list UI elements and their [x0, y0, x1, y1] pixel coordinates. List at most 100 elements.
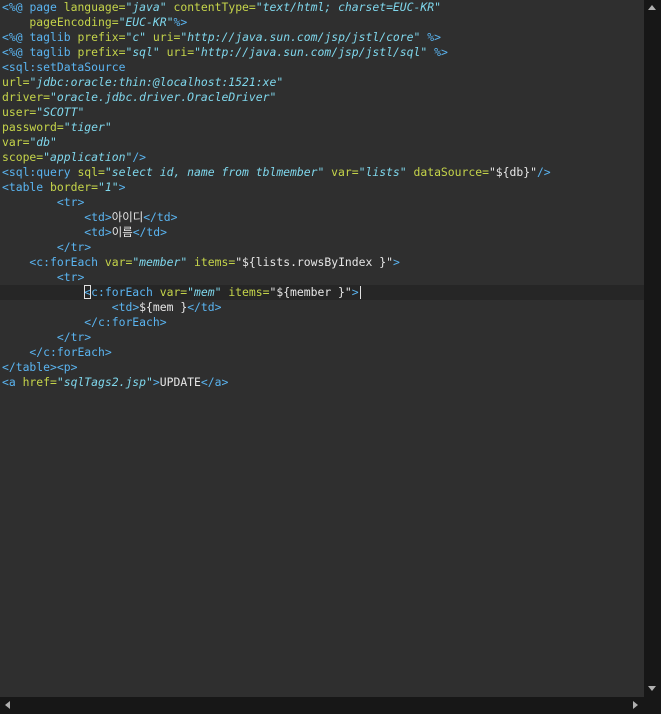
- code-line[interactable]: user="SCOTT": [2, 105, 84, 120]
- arrow-left-icon[interactable]: [5, 701, 10, 709]
- code-token: c:forEach: [91, 285, 160, 299]
- code-token: >: [159, 315, 167, 329]
- code-token: %>: [427, 45, 448, 59]
- code-token: var=: [324, 165, 359, 179]
- code-token: "member": [132, 255, 188, 269]
- code-token: </: [132, 225, 147, 239]
- code-token: tr: [70, 330, 85, 344]
- code-token: p: [63, 360, 71, 374]
- code-token: "lists": [358, 165, 407, 179]
- code-token: td: [91, 225, 105, 239]
- code-line[interactable]: var="db": [2, 135, 57, 150]
- code-line[interactable]: driver="oracle.jdbc.driver.OracleDriver": [2, 90, 276, 105]
- code-token: td: [118, 300, 133, 314]
- code-line[interactable]: <%@ taglib prefix="sql" uri="http://java…: [2, 45, 448, 60]
- code-line[interactable]: <table border="1">: [2, 180, 125, 195]
- code-token: "text/html; charset=EUC-KR": [255, 0, 441, 14]
- code-token: "mem": [187, 285, 222, 299]
- code-token: >: [77, 195, 85, 209]
- code-line[interactable]: </tr>: [2, 330, 91, 345]
- code-token: </: [2, 240, 71, 254]
- code-token: "application": [43, 150, 133, 164]
- code-line[interactable]: </c:forEach>: [2, 315, 167, 330]
- code-line[interactable]: password="tiger": [2, 120, 112, 135]
- code-token: </: [2, 330, 71, 344]
- code-token: <: [2, 180, 9, 194]
- code-token: uri=: [146, 30, 181, 44]
- arrow-down-icon[interactable]: [648, 686, 656, 691]
- code-line[interactable]: pageEncoding="EUC-KR"%>: [2, 15, 187, 30]
- code-token: "EUC-KR": [118, 15, 174, 29]
- code-token: "java": [125, 0, 167, 14]
- code-token: tr: [70, 240, 85, 254]
- code-token: page: [29, 0, 64, 14]
- code-token: "tiger": [63, 120, 112, 134]
- code-line[interactable]: scope="application"/>: [2, 150, 146, 165]
- code-token: <: [2, 270, 64, 284]
- code-token: >: [170, 210, 178, 224]
- code-line[interactable]: <%@ taglib prefix="c" uri="http://java.s…: [2, 30, 441, 45]
- code-token: c:forEach: [43, 345, 105, 359]
- code-token: >: [104, 345, 112, 359]
- code-line[interactable]: <c:forEach var="member" items="${lists.r…: [2, 255, 400, 270]
- code-token: >: [84, 330, 92, 344]
- arrow-up-icon[interactable]: [648, 5, 656, 10]
- code-line[interactable]: <a href="sqlTags2.jsp">UPDATE</a>: [2, 375, 228, 390]
- code-token: dataSource=: [406, 165, 489, 179]
- code-token: url=: [2, 75, 30, 89]
- text-cursor: [359, 286, 361, 299]
- horizontal-scrollbar[interactable]: [0, 697, 644, 714]
- code-line[interactable]: <td>아이디</td>: [2, 210, 177, 225]
- code-token: UPDATE: [159, 375, 201, 389]
- code-token: <%@: [2, 45, 30, 59]
- code-line[interactable]: <sql:query sql="select id, name from tbl…: [2, 165, 551, 180]
- code-token: prefix=: [77, 45, 126, 59]
- code-token: </: [200, 375, 215, 389]
- code-line[interactable]: <%@ page language="java" contentType="te…: [2, 0, 441, 15]
- code-token: "${db}": [488, 165, 537, 179]
- code-line[interactable]: </c:forEach>: [2, 345, 112, 360]
- code-token: "select id, name from tblmember": [104, 165, 325, 179]
- code-line[interactable]: <sql:setDataSource: [2, 60, 125, 75]
- code-line[interactable]: <td>${mem }</td>: [2, 300, 222, 315]
- code-token: table: [15, 360, 51, 374]
- code-line[interactable]: <tr>: [2, 270, 84, 285]
- code-token: >: [392, 255, 400, 269]
- code-token: taglib: [29, 45, 78, 59]
- code-token: "jdbc:oracle:thin:@localhost:1521:xe": [29, 75, 284, 89]
- code-token: <%@: [2, 30, 30, 44]
- code-line[interactable]: </tr>: [2, 240, 91, 255]
- code-token: uri=: [159, 45, 195, 59]
- code-line[interactable]: url="jdbc:oracle:thin:@localhost:1521:xe…: [2, 75, 283, 90]
- arrow-right-icon[interactable]: [633, 701, 638, 709]
- code-token: "http://java.sun.com/jsp/jstl/core": [180, 30, 421, 44]
- code-token: "c": [125, 30, 147, 44]
- code-token: <: [2, 300, 119, 314]
- code-token: ${mem }: [139, 300, 188, 314]
- code-token: user=: [2, 105, 37, 119]
- code-token: </: [2, 360, 16, 374]
- code-editor[interactable]: <%@ page language="java" contentType="te…: [0, 0, 644, 697]
- code-token: </: [2, 315, 99, 329]
- code-token: var=: [104, 255, 133, 269]
- code-token: >: [84, 240, 92, 254]
- code-line[interactable]: <tr>: [2, 195, 84, 210]
- code-line[interactable]: <c:forEach var="mem" items="${member }">: [2, 285, 361, 300]
- code-token: pageEncoding=: [2, 15, 119, 29]
- code-token: </: [187, 300, 201, 314]
- code-line[interactable]: <td>이름</td>: [2, 225, 167, 240]
- code-line[interactable]: </table><p>: [2, 360, 77, 375]
- vertical-scrollbar[interactable]: [644, 0, 661, 697]
- code-token: >: [118, 180, 126, 194]
- code-token: td: [91, 210, 105, 224]
- code-token: <: [2, 165, 9, 179]
- code-token: <%@: [2, 0, 30, 14]
- code-token: "sql": [125, 45, 160, 59]
- code-token: "http://java.sun.com/jsp/jstl/sql": [194, 45, 428, 59]
- code-token: </: [143, 210, 157, 224]
- code-token: "1": [98, 180, 119, 194]
- code-token: <: [2, 375, 9, 389]
- code-token: >: [104, 225, 112, 239]
- code-token: driver=: [2, 90, 51, 104]
